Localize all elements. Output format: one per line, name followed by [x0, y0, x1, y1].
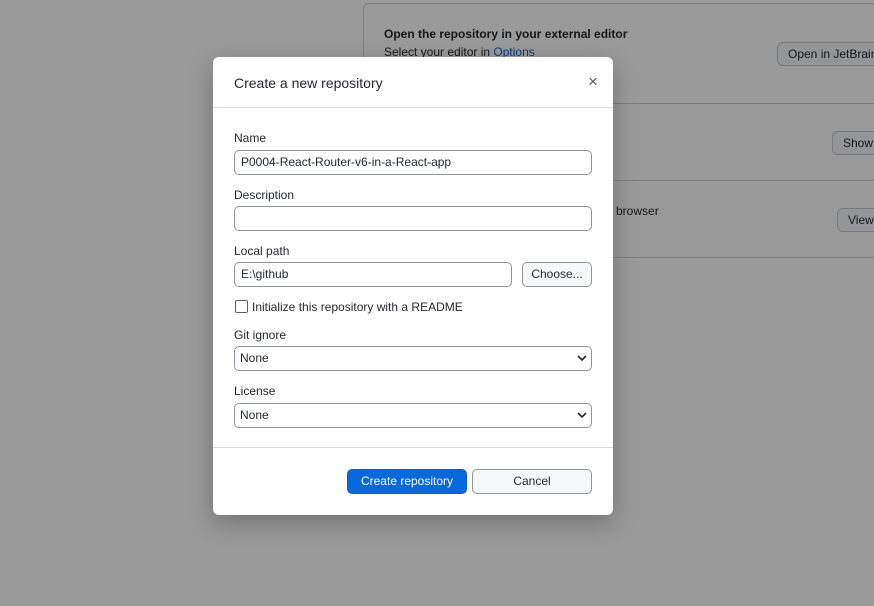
gitignore-selected-value: None [240, 351, 269, 365]
chevron-down-icon [577, 355, 587, 362]
readme-checkbox[interactable] [235, 300, 248, 313]
close-icon[interactable]: × [583, 72, 603, 92]
create-repository-dialog: Create a new repository × Name P0004-Rea… [213, 57, 613, 515]
name-label: Name [234, 131, 267, 145]
choose-button[interactable]: Choose... [522, 262, 592, 287]
dialog-title: Create a new repository [234, 75, 383, 91]
license-selected-value: None [240, 408, 269, 422]
create-repository-button[interactable]: Create repository [347, 469, 467, 494]
name-input[interactable]: P0004-React-Router-v6-in-a-React-app [234, 150, 592, 175]
dialog-header: Create a new repository × [213, 57, 613, 108]
gitignore-select[interactable]: None [234, 346, 592, 371]
license-label: License [234, 384, 276, 398]
chevron-down-icon [577, 412, 587, 419]
description-label: Description [234, 188, 295, 202]
local-path-label: Local path [234, 244, 290, 258]
local-path-input[interactable]: E:\github [234, 262, 512, 287]
footer-divider [213, 447, 613, 448]
gitignore-label: Git ignore [234, 328, 287, 342]
license-select[interactable]: None [234, 403, 592, 428]
cancel-button[interactable]: Cancel [472, 469, 592, 494]
description-input[interactable] [234, 206, 592, 231]
readme-checkbox-label[interactable]: Initialize this repository with a README [252, 300, 463, 314]
